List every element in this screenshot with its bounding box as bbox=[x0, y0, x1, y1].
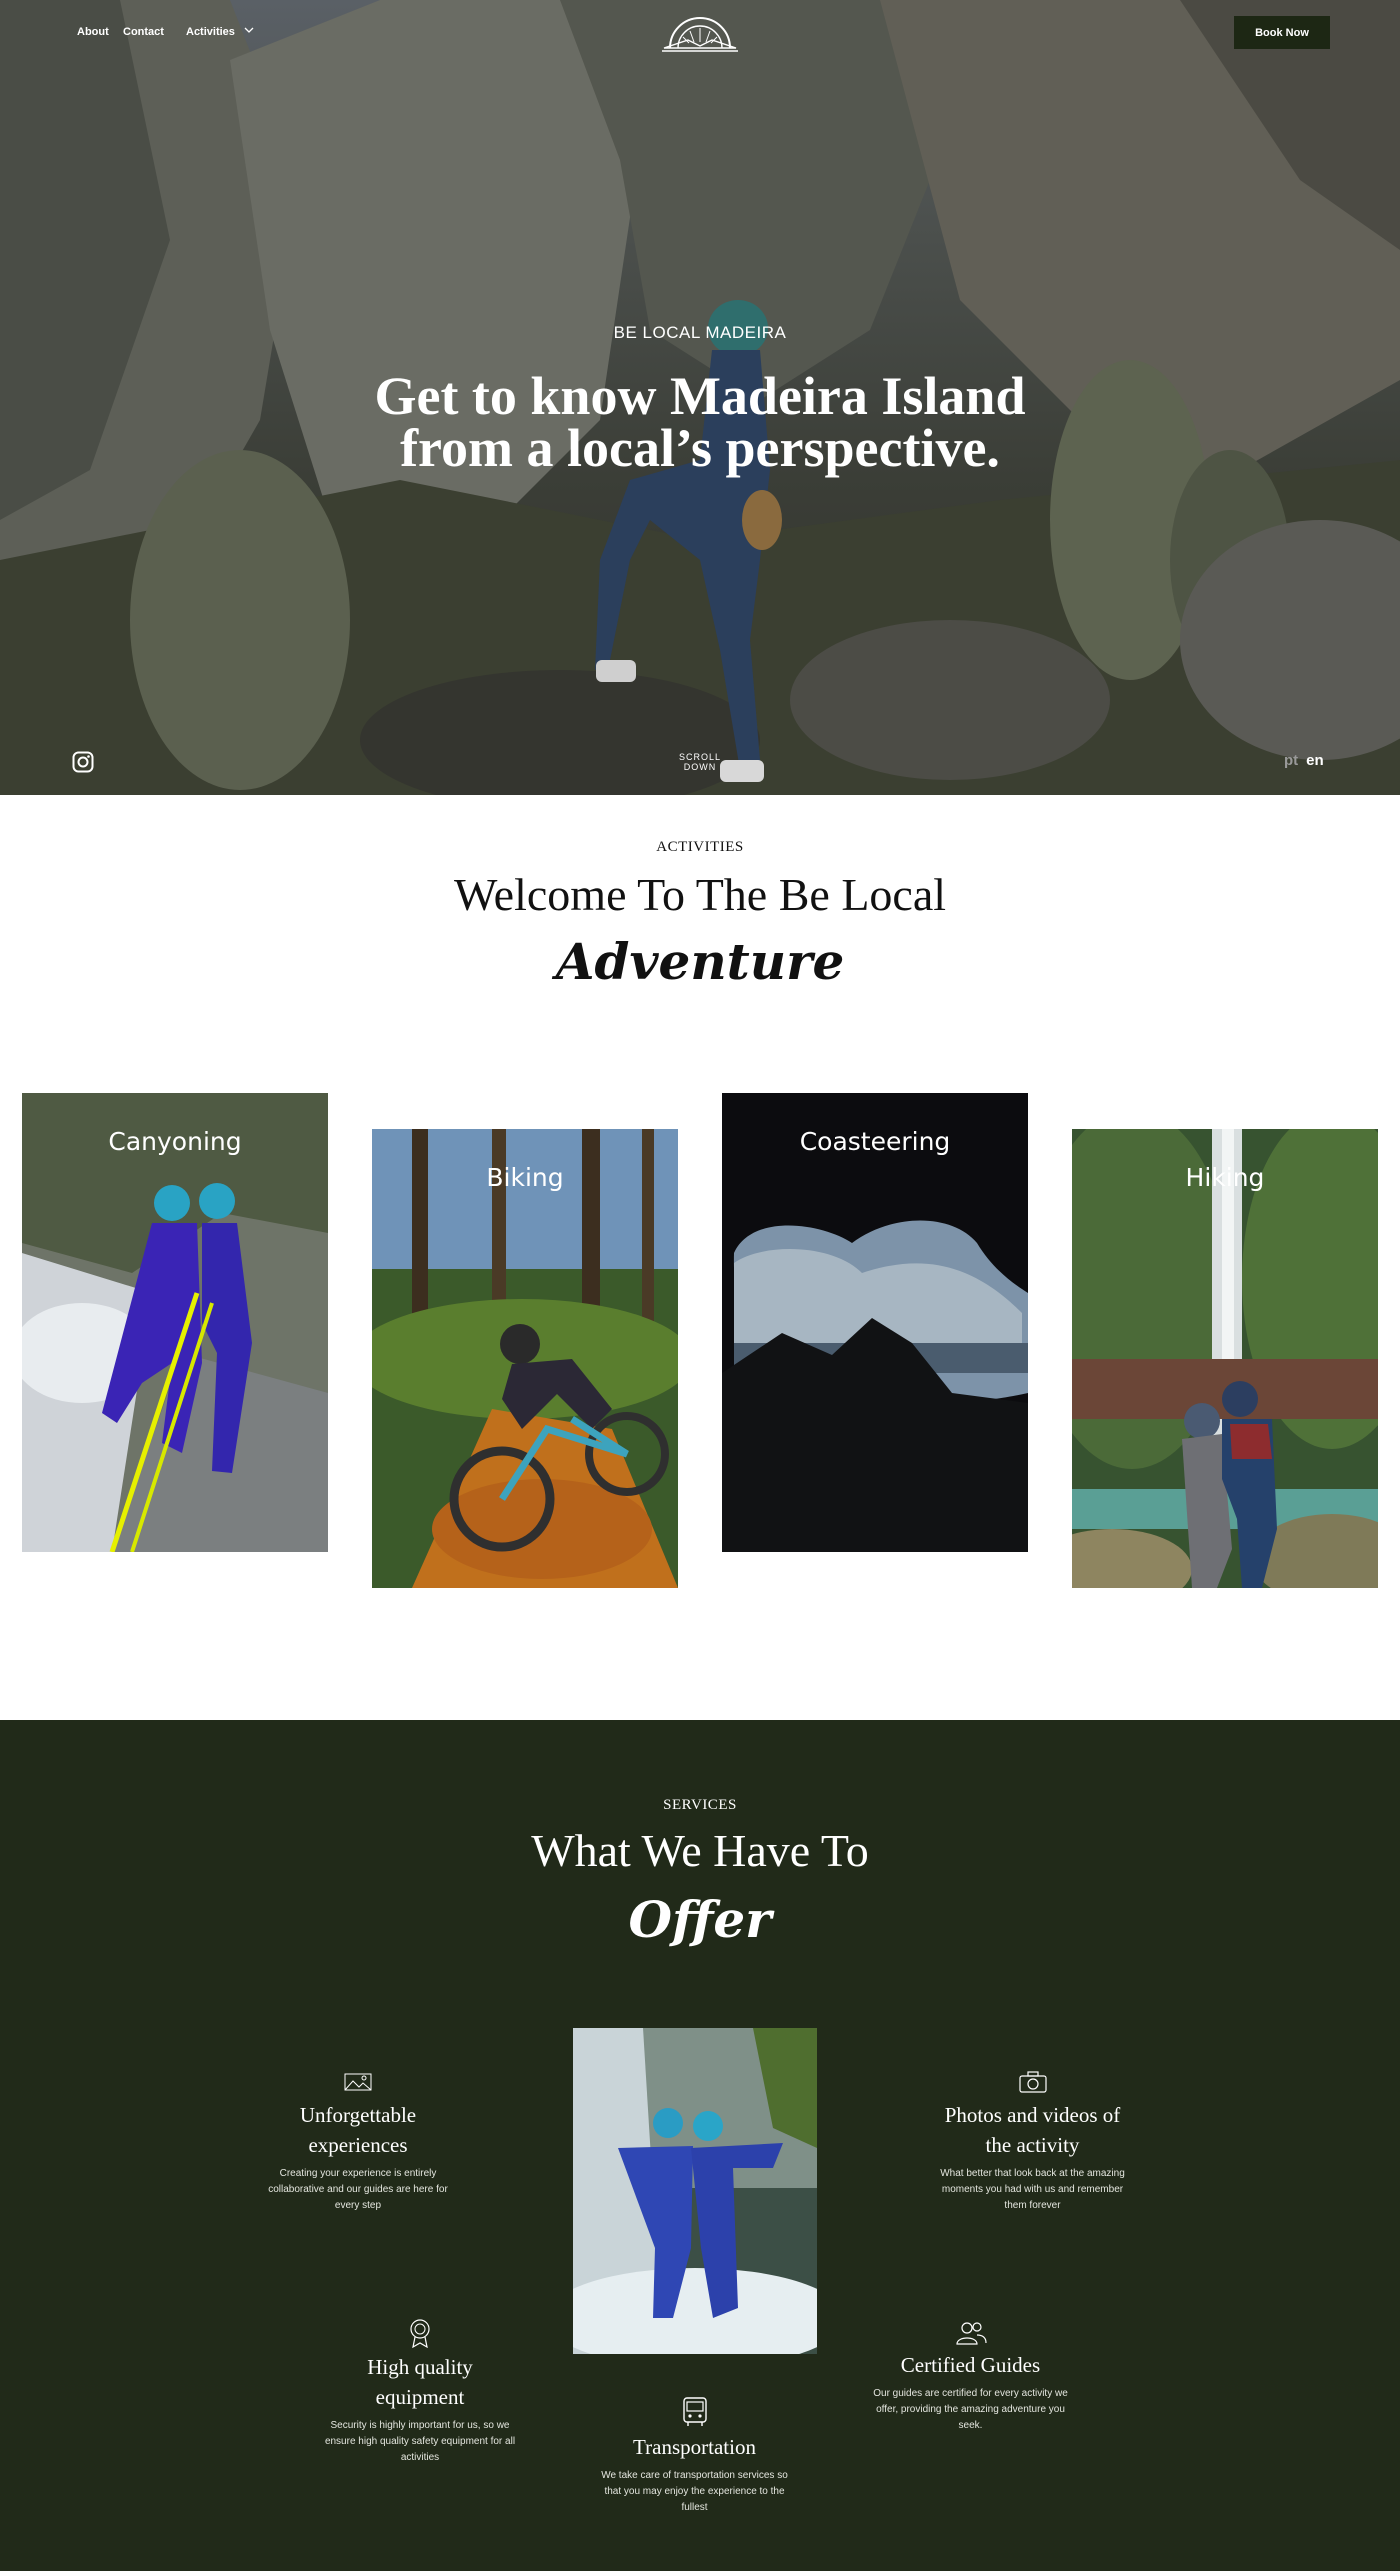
activity-card-hiking[interactable]: Hiking bbox=[1072, 1129, 1378, 1588]
service-photos-videos: Photos and videos of the activity What b… bbox=[930, 2070, 1135, 2214]
service-title-line1: Transportation bbox=[633, 2435, 756, 2459]
services-title: What We Have To bbox=[531, 1825, 869, 1876]
activity-card-label: Canyoning bbox=[108, 1127, 242, 1156]
hero-section: About Contact Activities Book Now BE LOC… bbox=[0, 0, 1400, 795]
coasteering-photo bbox=[722, 1093, 1028, 1552]
canyoning-photo bbox=[22, 1093, 328, 1552]
chevron-down-icon[interactable] bbox=[243, 24, 255, 36]
hero-kicker: BE LOCAL MADEIRA bbox=[613, 323, 787, 342]
activity-card-label: Biking bbox=[486, 1163, 564, 1192]
activity-card-label: Coasteering bbox=[799, 1127, 951, 1156]
service-title-line2: equipment bbox=[375, 2385, 465, 2409]
service-title-line2: experiences bbox=[308, 2133, 408, 2157]
hiking-photo bbox=[1072, 1129, 1378, 1588]
services-kicker: SERVICES bbox=[663, 1797, 737, 1813]
camera-icon bbox=[1018, 2071, 1047, 2093]
scroll-down-line2: DOWN bbox=[683, 762, 717, 772]
landscape-icon bbox=[344, 2073, 372, 2091]
book-now-button[interactable]: Book Now bbox=[1234, 16, 1330, 49]
language-switcher: pt en bbox=[1284, 752, 1324, 769]
services-script-title: Offer bbox=[628, 1890, 772, 1949]
activities-title: Welcome To The Be Local bbox=[453, 869, 947, 920]
biking-photo bbox=[372, 1129, 678, 1588]
nav-activities-dropdown[interactable]: Activities bbox=[186, 26, 235, 38]
scroll-down-link[interactable]: SCROLL DOWN bbox=[660, 752, 740, 772]
lang-pt-link[interactable]: pt bbox=[1284, 752, 1298, 769]
service-certified-guides: Certified Guides Our guides are certifie… bbox=[868, 2320, 1073, 2434]
activity-card-biking[interactable]: Biking bbox=[372, 1129, 678, 1588]
activities-kicker: ACTIVITIES bbox=[656, 839, 744, 855]
service-description: We take care of transportation services … bbox=[601, 2470, 788, 2513]
users-icon bbox=[955, 2322, 987, 2345]
top-navigation: About Contact Activities Book Now bbox=[0, 0, 1400, 64]
service-title-line1: Certified Guides bbox=[900, 2353, 1041, 2377]
activity-card-label: Hiking bbox=[1185, 1163, 1265, 1192]
lang-en-link[interactable]: en bbox=[1306, 752, 1324, 769]
be-local-logo[interactable] bbox=[662, 10, 738, 54]
service-title-line2: the activity bbox=[985, 2133, 1080, 2157]
service-description: Creating your experience is entirely col… bbox=[268, 2168, 448, 2211]
service-title-line1: Unforgettable bbox=[299, 2103, 417, 2127]
scroll-down-line1: SCROLL bbox=[678, 752, 721, 762]
service-title-line1: Photos and videos of bbox=[944, 2103, 1121, 2127]
service-equipment: High quality equipment Security is highl… bbox=[320, 2318, 520, 2466]
hero-title: Get to know Madeira Island from a local’… bbox=[300, 369, 1100, 475]
service-description: Our guides are certified for every activ… bbox=[873, 2388, 1068, 2431]
nav-contact-link[interactable]: Contact bbox=[123, 26, 164, 38]
hero-title-line2: from a local’s perspective. bbox=[400, 418, 1000, 478]
service-description: Security is highly important for us, so … bbox=[324, 2420, 516, 2463]
service-transportation: Transportation We take care of transport… bbox=[592, 2396, 797, 2516]
service-title-line1: High quality bbox=[367, 2355, 473, 2379]
bus-icon bbox=[682, 2397, 707, 2426]
activity-card-coasteering[interactable]: Coasteering bbox=[722, 1093, 1028, 1552]
services-center-photo bbox=[573, 2028, 817, 2354]
service-description: What better that look back at the amazin… bbox=[940, 2168, 1125, 2211]
nav-about-link[interactable]: About bbox=[77, 26, 109, 38]
activity-card-canyoning[interactable]: Canyoning bbox=[22, 1093, 328, 1552]
service-unforgettable: Unforgettable experiences Creating your … bbox=[258, 2070, 458, 2214]
hero-title-line1: Get to know Madeira Island bbox=[374, 366, 1026, 426]
award-icon bbox=[410, 2319, 430, 2348]
instagram-icon[interactable] bbox=[72, 751, 94, 773]
activities-script-title: Adventure bbox=[555, 932, 845, 991]
